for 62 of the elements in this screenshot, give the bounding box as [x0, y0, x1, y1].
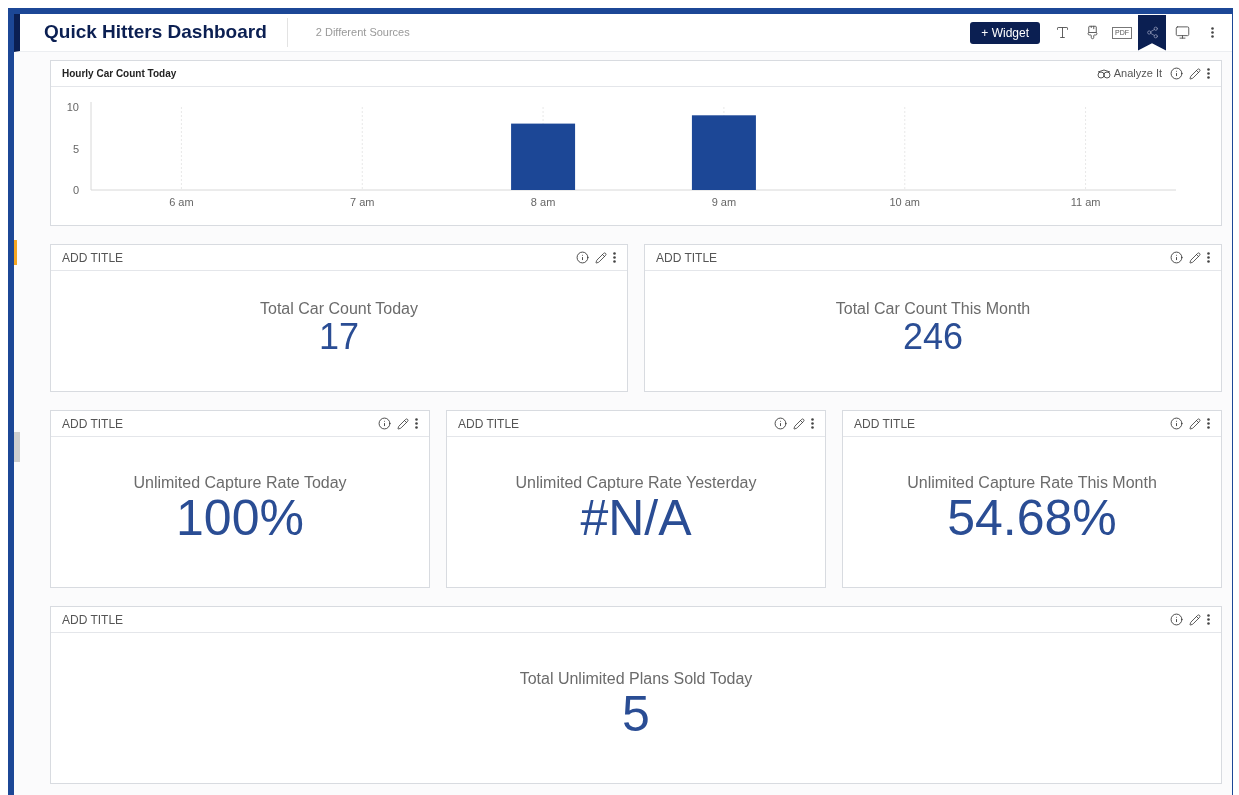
x-tick-label: 10 am	[889, 196, 921, 208]
edit-icon[interactable]	[1189, 417, 1201, 430]
edit-icon[interactable]	[793, 417, 805, 430]
kpi-label: Unlimited Capture Rate This Month	[907, 473, 1157, 493]
more-icon[interactable]	[811, 418, 814, 429]
toolbar-button[interactable]	[1138, 14, 1166, 51]
glasses-icon	[1096, 68, 1111, 79]
widget-title[interactable]: ADD TITLE	[62, 248, 124, 267]
info-icon[interactable]	[1170, 251, 1183, 264]
bar	[511, 123, 576, 190]
more-icon[interactable]	[1207, 614, 1210, 625]
more-icon[interactable]	[1207, 68, 1210, 79]
kpi-value: 54.68%	[947, 493, 1117, 543]
x-tick-label: 7 am	[350, 196, 375, 208]
edit-icon[interactable]	[1189, 67, 1201, 80]
edit-icon[interactable]	[397, 417, 409, 430]
info-icon[interactable]	[378, 417, 391, 430]
kpi-value: 246	[902, 319, 964, 355]
edit-icon[interactable]	[595, 251, 607, 264]
kpi-value: 100%	[176, 493, 304, 543]
sources-label: 2 Different Sources	[315, 25, 410, 41]
y-tick-label: 10	[66, 101, 79, 113]
widget-title: Hourly Car Count Today	[62, 67, 177, 81]
widget-title[interactable]: ADD TITLE	[656, 248, 718, 267]
x-tick-label: 9 am	[711, 196, 737, 208]
more-icon[interactable]	[613, 252, 616, 263]
more-icon[interactable]	[1210, 27, 1214, 38]
kpi-value: 17	[318, 319, 359, 355]
more-icon[interactable]	[415, 418, 418, 429]
x-tick-label: 8 am	[530, 196, 556, 208]
kpi-label: Unlimited Capture Rate Yesterday	[515, 473, 757, 493]
kpi-value: #N/A	[580, 493, 692, 543]
more-icon[interactable]	[1207, 252, 1210, 263]
x-tick-label: 6 am	[169, 196, 194, 208]
widget-title[interactable]: ADD TITLE	[854, 414, 916, 433]
info-icon[interactable]	[1170, 67, 1183, 80]
dashboard-title: Quick Hitters Dashboard	[44, 18, 288, 47]
kpi-label: Total Car Count This Month	[835, 299, 1031, 319]
info-icon[interactable]	[1170, 417, 1183, 430]
share-icon	[1145, 26, 1159, 39]
kpi-value: 5	[622, 689, 650, 739]
more-icon[interactable]	[1207, 418, 1210, 429]
y-tick-label: 0	[72, 184, 79, 196]
edit-icon[interactable]	[1189, 613, 1201, 626]
text-icon	[1054, 25, 1070, 40]
edit-icon[interactable]	[1189, 251, 1201, 264]
add-widget-button[interactable]: + Widget	[970, 21, 1040, 44]
y-tick-label: 5	[72, 142, 79, 155]
info-icon[interactable]	[774, 417, 787, 430]
widget-title[interactable]: ADD TITLE	[458, 414, 520, 433]
widget-title[interactable]: ADD TITLE	[62, 610, 124, 629]
kpi-label: Unlimited Capture Rate Today	[133, 473, 347, 493]
x-tick-label: 11 am	[1070, 196, 1101, 208]
kpi-label: Total Unlimited Plans Sold Today	[519, 669, 753, 689]
kpi-label: Total Car Count Today	[260, 299, 418, 319]
monitor-icon	[1174, 25, 1190, 40]
widget-title[interactable]: ADD TITLE	[62, 414, 124, 433]
analyze-button[interactable]: Analyze It	[1096, 65, 1162, 82]
collapse-handle[interactable]	[14, 432, 20, 462]
info-icon[interactable]	[576, 251, 589, 264]
brush-icon	[1084, 25, 1100, 40]
info-icon[interactable]	[1170, 613, 1183, 626]
